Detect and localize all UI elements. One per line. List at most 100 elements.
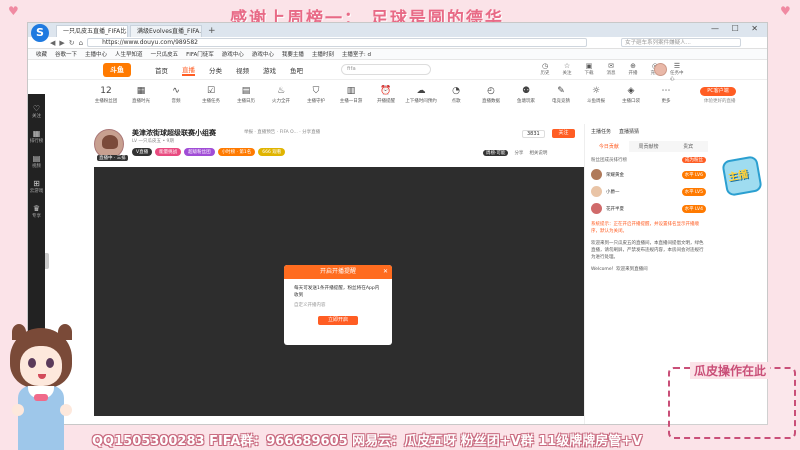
- share-button[interactable]: 分享: [514, 150, 523, 156]
- room-tool-fan-club[interactable]: 12 主播粉丝团: [95, 86, 118, 104]
- tab-weekly-contribution[interactable]: 周贡献榜: [629, 141, 669, 152]
- join-fan-club-button[interactable]: 成为粉丝: [682, 157, 706, 163]
- sidebar-item-ranking[interactable]: ▦ 排行榜: [28, 129, 45, 144]
- download-button[interactable]: ▣ 下载: [582, 62, 596, 82]
- start-stream-button[interactable]: ⊕ 开播: [626, 62, 640, 82]
- room-tool-fishpond[interactable]: ⚉ 鱼塘玩家: [515, 86, 537, 104]
- home-icon[interactable]: ⌂: [79, 39, 83, 47]
- task-center-button[interactable]: ☰ 任务中心: [670, 62, 684, 82]
- room-tool-audio[interactable]: ∿ 音频: [165, 86, 187, 104]
- badge[interactable]: 超级粉丝团: [184, 148, 215, 156]
- nav-category[interactable]: 分类: [209, 65, 222, 75]
- user-avatar[interactable]: [654, 63, 667, 76]
- douyu-search-input[interactable]: fifa: [341, 64, 431, 75]
- room-tool-weekly[interactable]: ☼ 斗鱼周报: [585, 86, 607, 104]
- room-tool-live-time[interactable]: ▦ 直播时光: [130, 86, 152, 104]
- download-icon: ▣: [585, 62, 593, 70]
- new-tab-button[interactable]: +: [204, 25, 220, 37]
- room-tool-pocket[interactable]: ◈ 主播口袋: [620, 86, 642, 104]
- room-tool-guess[interactable]: ✎ 电竞竞猜: [550, 86, 572, 104]
- game-mascot[interactable]: 主播: [720, 150, 764, 210]
- sidebar-item-vip[interactable]: ♛ 专享: [28, 204, 45, 219]
- video-player[interactable]: 开启开播提醒 ✕ 每天可发送1条开播提醒，粉丝将在App内收到 自定义开播内容 …: [94, 167, 584, 416]
- overlay-bottom-text: QQ1505300283 FIFA群：966689605 网易云：瓜皮五呀 粉丝…: [92, 434, 643, 449]
- close-icon[interactable]: ✕: [383, 268, 388, 275]
- reload-icon[interactable]: ↻: [69, 39, 75, 47]
- tab-douyu-room-2[interactable]: 满级Evolves直播_FIFA...: [130, 25, 202, 37]
- pc-client-button[interactable]: PC客户端: [700, 87, 736, 96]
- bookmark-item[interactable]: 主播时刻: [312, 50, 334, 58]
- room-tool-booking[interactable]: ☁ 上下播时间预约: [405, 86, 437, 104]
- browser-logo-icon[interactable]: S: [31, 24, 49, 42]
- forward-icon[interactable]: ▶: [59, 39, 64, 47]
- schedule-icon: ▤: [241, 86, 251, 96]
- room-info: 直播中 · 三排 美津浓街球超级联赛小组赛 举报 · 直播预告 · FIFA O…: [94, 126, 584, 168]
- douyu-header: 斗鱼 首页 直播 分类 视频 游戏 鱼吧 fifa ◷ 历史 ☆ 关注 ▣ 下载 ✉ 消…: [28, 60, 767, 82]
- douyu-logo[interactable]: 斗鱼: [103, 62, 131, 77]
- url-input[interactable]: https://www.douyu.com/989582: [87, 38, 588, 47]
- bookmark-item[interactable]: 收藏: [36, 50, 47, 58]
- follow-list-button[interactable]: ☆ 关注: [560, 62, 574, 82]
- enable-now-button[interactable]: 立即开启: [318, 316, 358, 325]
- tab-today-contribution[interactable]: 今日贡献: [589, 141, 629, 152]
- nav-game[interactable]: 游戏: [263, 65, 276, 75]
- browser-search-input[interactable]: 女子砸车系列案件嫌疑人...: [621, 38, 742, 47]
- weekly-rank[interactable]: 周榜·可能: [483, 150, 509, 156]
- bookmark-item[interactable]: 主播中心: [85, 50, 107, 58]
- heart-icon: ♥: [8, 4, 19, 18]
- room-badges: V直播 能量挑战 超级粉丝团 小时榜 · 第1名 666 观看: [132, 148, 286, 156]
- bookmark-item[interactable]: 一只瓜皮五: [151, 50, 179, 58]
- room-tool-more[interactable]: ⋯ 更多: [655, 86, 677, 104]
- badge[interactable]: 能量挑战: [155, 148, 182, 156]
- list-item[interactable]: 花开半夏 水平 LV4: [585, 200, 712, 217]
- bookmark-item[interactable]: 主播室子: d: [342, 50, 371, 58]
- bookmark-item[interactable]: 人生早知道: [115, 50, 143, 58]
- heart-icon: ♥: [780, 4, 791, 18]
- badge[interactable]: 666 观看: [258, 148, 286, 156]
- room-tool-fire[interactable]: ♨ 火力全开: [270, 86, 292, 104]
- status-badge: 水平 LV6: [681, 170, 706, 179]
- ranking-icon: ▦: [32, 129, 41, 138]
- dialog-checkbox-label[interactable]: 自定义开播内容: [284, 299, 392, 311]
- room-tool-reminder[interactable]: ⏰ 开播提醒: [375, 86, 397, 104]
- cloud-icon: ☁: [416, 86, 426, 96]
- list-item[interactable]: 荣耀黄金 水平 LV6: [585, 166, 712, 183]
- list-item[interactable]: 小爵一 水平 LV5: [585, 183, 712, 200]
- live-guess-link[interactable]: 直播猜猜: [619, 128, 639, 135]
- nav-live[interactable]: 直播: [182, 64, 195, 76]
- room-tool-tour[interactable]: ▥ 主播一日游: [340, 86, 363, 104]
- nav-video[interactable]: 视频: [236, 65, 249, 75]
- sidebar-item-follow[interactable]: ♡ 关注: [28, 104, 45, 119]
- heart-icon: ♡: [32, 104, 41, 113]
- tab-vip[interactable]: 贵宾: [668, 141, 708, 152]
- anchor-name[interactable]: LV 一只瓜皮五 • 9期: [132, 138, 174, 144]
- sidebar-collapse-handle[interactable]: [45, 253, 49, 269]
- room-tool-data[interactable]: ◴ 直播数据: [480, 86, 502, 104]
- sidebar-item-cloud-game[interactable]: ⊞ 云游戏: [28, 179, 45, 194]
- room-tool-tasks[interactable]: ☑ 主播任务: [200, 86, 222, 104]
- follow-button[interactable]: 关注: [552, 129, 575, 138]
- bookmark-item[interactable]: 我要主播: [282, 50, 304, 58]
- room-tool-guard[interactable]: ⛉ 主播守护: [305, 86, 327, 104]
- window-controls[interactable]: — ☐ ✕: [711, 24, 763, 33]
- room-tool-song[interactable]: ◔ 点歌: [445, 86, 467, 104]
- sidebar-item-video[interactable]: ▤ 视频: [28, 154, 45, 169]
- chat-message: 系统提示：正在开启开播提醒，并设置排名显示开播顺序，默认为关闭。: [591, 222, 699, 234]
- bookmark-item[interactable]: FIFA门徒军: [186, 50, 214, 58]
- room-tool-calendar[interactable]: ▤ 主播日历: [235, 86, 257, 104]
- history-button[interactable]: ◷ 历史: [538, 62, 552, 82]
- anchor-task-link[interactable]: 主播任务: [591, 128, 611, 135]
- room-meta[interactable]: 举报 · 直播预告 · FIFA O... · 分享直播: [244, 129, 320, 135]
- back-icon[interactable]: ◀: [50, 39, 55, 47]
- nav-yuba[interactable]: 鱼吧: [290, 65, 303, 75]
- tab-douyu-room[interactable]: 一只瓜皮五直播_FIFA比...: [56, 25, 128, 37]
- messages-button[interactable]: ✉ 消息: [604, 62, 618, 82]
- info-button[interactable]: 相关说明: [529, 150, 547, 156]
- browser-window: S 一只瓜皮五直播_FIFA比... 满级Evolves直播_FIFA... +…: [27, 22, 768, 425]
- nav-home[interactable]: 首页: [155, 65, 168, 75]
- bookmark-item[interactable]: 游戏中心: [222, 50, 244, 58]
- bookmark-item[interactable]: 游戏中心: [252, 50, 274, 58]
- badge[interactable]: 小时榜 · 第1名: [217, 148, 256, 156]
- badge[interactable]: V直播: [132, 148, 153, 156]
- bookmark-item[interactable]: 谷歌一下: [55, 50, 77, 58]
